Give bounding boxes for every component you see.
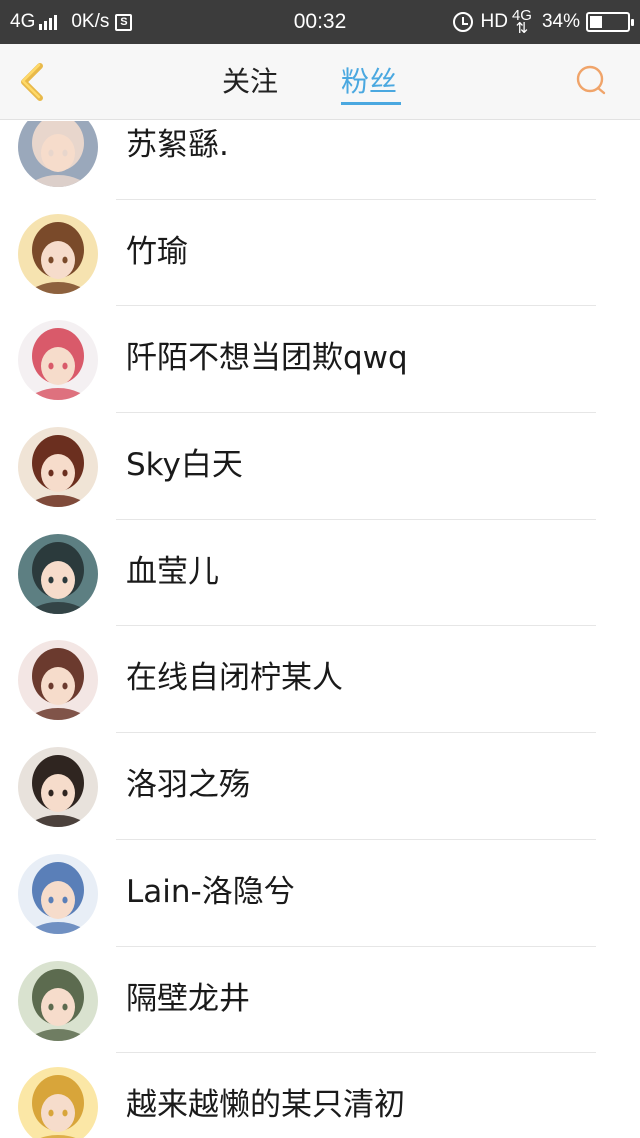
hd-indicator: HD — [480, 11, 508, 32]
data-arrows-icon: ⇅ — [515, 20, 529, 37]
fan-name: 越来越懒的某只清初 — [126, 1087, 405, 1124]
battery-icon — [586, 12, 634, 32]
tab-follow[interactable]: 关注 — [222, 64, 278, 104]
avatar[interactable] — [18, 747, 98, 828]
tab-fans[interactable]: 粉丝 — [341, 64, 397, 104]
fan-name: Lain-洛隐兮 — [126, 873, 295, 910]
fan-name: 血莹儿 — [126, 553, 219, 590]
avatar-image — [18, 213, 98, 294]
avatar[interactable] — [18, 320, 98, 401]
fan-name: 苏絮繇. — [126, 127, 229, 163]
search-icon — [576, 65, 606, 95]
list-item[interactable]: 阡陌不想当团欺qwq — [0, 306, 640, 413]
chevron-left-icon — [21, 63, 43, 101]
top-nav-bar: 关注 粉丝 — [0, 44, 640, 120]
status-bar: 4G 0K/s S 00:32 HD 4G ⇅ 34% — [0, 0, 640, 44]
fans-list-inner: 苏絮繇. 竹瑜阡陌不想当团欺qwq Sky白天血莹儿在线自闭柠某人 洛羽之殇 Lain-… — [0, 121, 640, 1138]
list-item[interactable]: 在线自闭柠某人 — [0, 626, 640, 733]
avatar[interactable] — [18, 640, 98, 721]
avatar-image — [18, 533, 98, 614]
avatar[interactable] — [18, 533, 98, 614]
avatar[interactable] — [18, 853, 98, 934]
avatar[interactable] — [18, 427, 98, 508]
avatar[interactable] — [18, 1067, 98, 1138]
avatar-image — [18, 427, 98, 508]
list-item[interactable]: 苏絮繇. — [0, 121, 640, 200]
avatar-image — [18, 640, 98, 721]
fans-list[interactable]: 苏絮繇. 竹瑜阡陌不想当团欺qwq Sky白天血莹儿在线自闭柠某人 洛羽之殇 Lain-… — [0, 121, 640, 1138]
alarm-icon — [452, 12, 473, 32]
avatar[interactable] — [18, 213, 98, 294]
list-item[interactable]: Lain-洛隐兮 — [0, 840, 640, 947]
list-item[interactable]: Sky白天 — [0, 413, 640, 520]
avatar-image — [18, 747, 98, 828]
list-item[interactable]: 竹瑜 — [0, 200, 640, 307]
fan-name: 在线自闭柠某人 — [126, 660, 343, 697]
search-button[interactable] — [573, 62, 609, 98]
avatar-image — [18, 853, 98, 934]
fan-name: 洛羽之殇 — [126, 767, 250, 804]
network-type-right: 4G ⇅ — [512, 8, 532, 37]
back-button[interactable] — [14, 60, 54, 104]
battery-fill — [590, 16, 603, 28]
list-item[interactable]: 隔壁龙井 — [0, 947, 640, 1054]
fan-name: 隔壁龙井 — [126, 980, 250, 1017]
fan-name: 竹瑜 — [126, 233, 188, 270]
avatar-image — [18, 960, 98, 1041]
fan-name: 阡陌不想当团欺qwq — [126, 340, 408, 377]
avatar[interactable] — [18, 960, 98, 1041]
status-right: HD 4G ⇅ 34% — [452, 8, 634, 37]
list-item[interactable]: 洛羽之殇 — [0, 733, 640, 840]
avatar[interactable] — [18, 121, 98, 187]
avatar-image — [18, 320, 98, 401]
fan-name: Sky白天 — [126, 447, 243, 484]
list-item[interactable]: 越来越懒的某只清初 — [0, 1053, 640, 1138]
active-tab-indicator — [341, 102, 401, 105]
list-item[interactable]: 血莹儿 — [0, 520, 640, 627]
avatar-image — [18, 1067, 98, 1138]
avatar-image — [18, 121, 98, 187]
battery-percent: 34% — [541, 11, 580, 32]
